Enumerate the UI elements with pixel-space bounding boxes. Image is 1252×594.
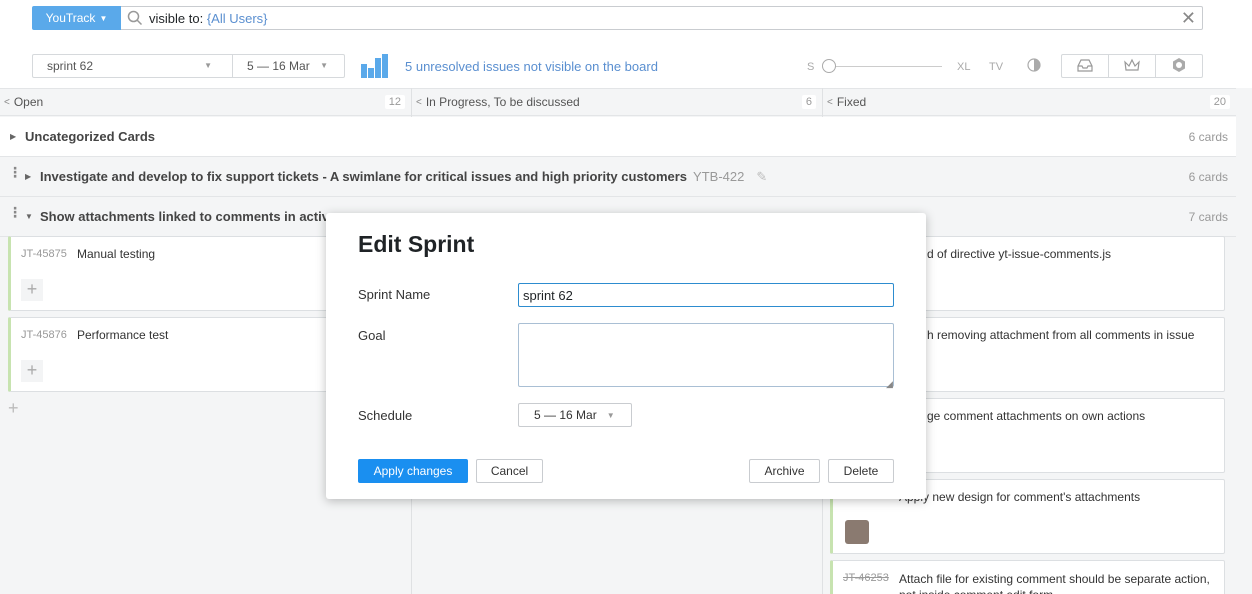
size-small-label: S (807, 61, 815, 73)
swimlane-uncategorized[interactable]: ▶ Uncategorized Cards 6 cards (0, 117, 1236, 157)
schedule-select[interactable]: 5 — 16 Mar ▼ (518, 403, 632, 427)
chevron-right-icon[interactable]: ▶ (25, 172, 31, 181)
sprint-select-value: sprint 62 (47, 59, 94, 73)
issue-summary[interactable]: Performance test (77, 328, 168, 342)
avatar[interactable] (845, 520, 869, 544)
unresolved-issues-link[interactable]: 5 unresolved issues not visible on the b… (405, 59, 658, 74)
tv-mode-button[interactable]: TV (989, 61, 1003, 73)
issue-summary[interactable]: h removing attachment from all comments … (927, 328, 1194, 342)
pencil-icon[interactable]: ✎ (756, 169, 767, 184)
chevron-down-icon[interactable]: ▼ (25, 212, 33, 221)
issue-summary[interactable]: d of directive yt-issue-comments.js (927, 247, 1111, 261)
youtrack-menu-label: YouTrack (45, 11, 96, 25)
add-icon[interactable]: + (21, 360, 43, 382)
schedule-value: 5 — 16 Mar (534, 408, 597, 422)
cancel-button[interactable]: Cancel (476, 459, 543, 483)
goal-textarea[interactable] (518, 323, 894, 387)
crown-icon (1124, 58, 1140, 75)
issue-id[interactable]: JT-45876 (21, 329, 67, 341)
search-input[interactable]: visible to: {All Users} ✕ (121, 6, 1203, 30)
column-header-in-progress[interactable]: < In Progress, To be discussed 6 (412, 88, 822, 116)
swimlane-title-wrap: Investigate and develop to fix support t… (40, 169, 767, 185)
inbox-icon (1077, 58, 1093, 75)
swimlane-title: Show attachments linked to comments in a… (40, 209, 329, 224)
close-icon[interactable]: ✕ (1181, 9, 1196, 27)
drag-handle-icon[interactable]: ⋮ (8, 165, 22, 179)
add-card-icon[interactable]: + (8, 398, 19, 419)
issue-summary[interactable]: ge comment attachments on own actions (927, 409, 1145, 423)
column-title: Fixed (836, 95, 867, 109)
youtrack-menu-button[interactable]: YouTrack ▼ (32, 6, 121, 30)
column-count: 12 (384, 95, 405, 109)
swimlane-card-count: 6 cards (1188, 129, 1228, 144)
sprint-select[interactable]: sprint 62 ▼ (32, 54, 233, 78)
chevron-right-icon[interactable]: ▶ (10, 132, 16, 141)
query-keyword: visible to: (149, 10, 207, 26)
resize-grip-icon[interactable]: ◢ (886, 379, 893, 390)
swimlane-card-count: 6 cards (1188, 169, 1228, 184)
settings-button[interactable] (1156, 55, 1202, 77)
chevron-down-icon: ▼ (204, 61, 212, 70)
column-title: Open (13, 95, 44, 109)
search-query: visible to: {All Users} (149, 11, 268, 26)
swimlane-issue-id[interactable]: YTB-422 (693, 169, 744, 184)
issue-summary[interactable]: Manual testing (77, 247, 155, 261)
goal-label: Goal (358, 328, 386, 343)
add-icon[interactable]: + (21, 279, 43, 301)
chevron-left-icon[interactable]: < (827, 97, 833, 108)
board-actions-group (1061, 54, 1203, 78)
size-xl-label: XL (957, 61, 971, 73)
chevron-down-icon: ▼ (606, 410, 615, 420)
chevron-left-icon[interactable]: < (416, 97, 422, 108)
swimlane-card-count: 7 cards (1188, 209, 1228, 224)
column-header-fixed[interactable]: < Fixed 20 (823, 88, 1236, 116)
board-toolbar: sprint 62 ▼ 5 — 16 Mar ▼ 5 unresolved is… (0, 44, 1252, 88)
sprint-dates-value: 5 — 16 Mar (247, 59, 310, 73)
issue-id[interactable]: JT-45875 (21, 248, 67, 260)
query-value: {All Users} (206, 10, 268, 26)
swimlane-title: Uncategorized Cards (25, 129, 156, 144)
apply-changes-button[interactable]: Apply changes (358, 459, 468, 483)
contrast-icon[interactable] (1027, 58, 1041, 75)
column-header-open[interactable]: < Open 12 (0, 88, 411, 116)
search-bar: YouTrack ▼ visible to: {All Users} ✕ (0, 0, 1252, 44)
gear-icon (1171, 57, 1187, 76)
swimlane-support-tickets[interactable]: ⋮ ▶ Investigate and develop to fix suppo… (0, 157, 1236, 197)
archive-button[interactable]: Archive (749, 459, 820, 483)
delete-button[interactable]: Delete (828, 459, 894, 483)
sprint-name-input[interactable] (518, 283, 894, 307)
card-size-slider-handle[interactable] (822, 59, 836, 73)
search-icon (121, 10, 149, 26)
schedule-label: Schedule (358, 408, 413, 423)
dialog-title: Edit Sprint (358, 231, 475, 257)
chevron-left-icon[interactable]: < (4, 97, 10, 108)
sprint-name-label: Sprint Name (358, 287, 431, 302)
crown-button[interactable] (1109, 55, 1156, 77)
column-count: 6 (801, 95, 816, 109)
issue-summary[interactable]: Apply new design for comment's attachmen… (899, 490, 1140, 504)
swimlane-title: Investigate and develop to fix support t… (40, 168, 688, 184)
issue-summary[interactable]: Attach file for existing comment should … (899, 571, 1219, 594)
drag-handle-icon[interactable]: ⋮ (8, 205, 22, 219)
card-size-slider-track[interactable] (828, 66, 942, 67)
column-count: 20 (1209, 95, 1230, 109)
chevron-down-icon: ▼ (99, 13, 108, 23)
bar-chart-icon[interactable] (360, 54, 390, 81)
issue-card[interactable]: JT-46253 Attach file for existing commen… (830, 560, 1225, 594)
edit-sprint-dialog: Edit Sprint Sprint Name Goal ◢ Schedule … (326, 213, 926, 499)
column-title: In Progress, To be discussed (425, 95, 580, 109)
inbox-button[interactable] (1062, 55, 1109, 77)
chevron-down-icon: ▼ (320, 61, 328, 70)
issue-id[interactable]: JT-46253 (843, 572, 889, 584)
sprint-dates-select[interactable]: 5 — 16 Mar ▼ (232, 54, 345, 78)
